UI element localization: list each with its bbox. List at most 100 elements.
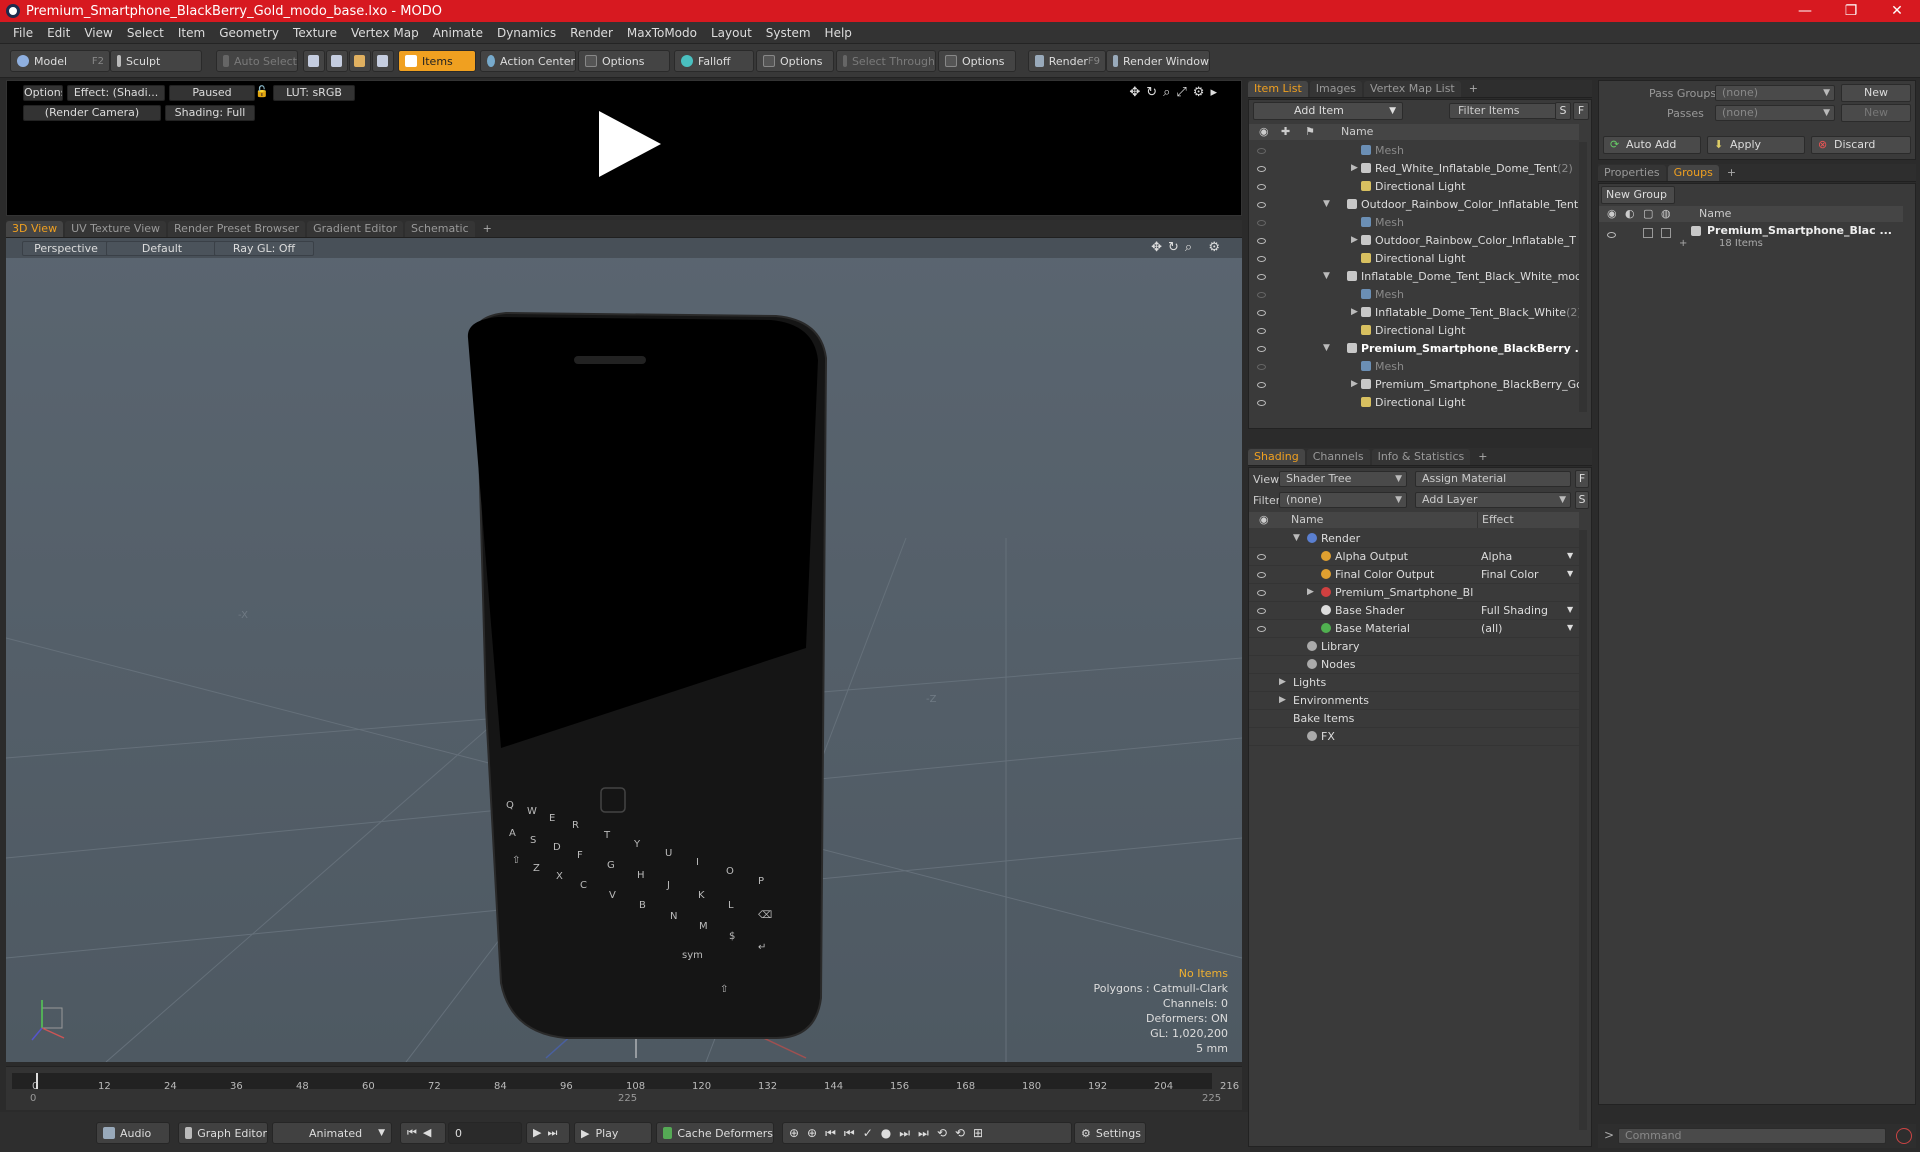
tab-images[interactable]: Images — [1309, 81, 1362, 97]
expand-arrow-icon[interactable]: ▶ — [1351, 163, 1358, 173]
item-list-row[interactable]: Directional Light — [1249, 322, 1579, 340]
shading-dropdown[interactable]: Shading: Full — [165, 105, 255, 121]
expand-plus-icon[interactable]: + — [1679, 238, 1687, 249]
shader-tree-row[interactable]: Alpha Output Alpha ▼ — [1249, 548, 1579, 566]
item-list-row[interactable]: Mesh — [1249, 142, 1579, 160]
expand-arrow-icon[interactable]: ▶ — [1351, 379, 1358, 389]
item-list-row[interactable]: ▶ Premium_Smartphone_BlackBerry_Gol ... — [1249, 376, 1579, 394]
expand-arrow-icon[interactable]: ▶ — [1279, 677, 1286, 687]
tab-channels[interactable]: Channels — [1306, 449, 1370, 465]
preview-nav-icons[interactable]: ✥↻⌕⤢⚙▸ — [1129, 85, 1223, 100]
expand-arrow-icon[interactable]: ▶ — [1351, 307, 1358, 317]
filter-dropdown[interactable]: (none) ▼ — [1279, 492, 1407, 508]
expand-arrow-icon[interactable]: ▶ — [1307, 587, 1314, 597]
camera-dropdown[interactable]: (Render Camera) — [23, 105, 161, 121]
select-polygons-button[interactable] — [349, 50, 371, 72]
item-list-row[interactable]: Mesh — [1249, 358, 1579, 376]
menu-maxtomodo[interactable]: MaxToModo — [620, 26, 704, 40]
collapse-arrow-icon[interactable]: ▼ — [1323, 199, 1330, 209]
visibility-eye-icon[interactable] — [1257, 382, 1266, 388]
tab-vertex-map-list[interactable]: Vertex Map List — [1363, 81, 1461, 97]
visibility-eye-icon[interactable] — [1257, 310, 1266, 316]
new-pass-button[interactable]: New — [1841, 104, 1911, 122]
expand-arrow-icon[interactable]: ▶ — [1279, 695, 1286, 705]
select-materials-button[interactable] — [372, 50, 394, 72]
collapse-arrow-icon[interactable]: ▼ — [1323, 271, 1330, 281]
tab-groups[interactable]: Groups — [1667, 165, 1719, 181]
menu-view[interactable]: View — [77, 26, 119, 40]
collapse-arrow-icon[interactable]: ▼ — [1293, 533, 1300, 543]
graph-editor-button[interactable]: Graph Editor — [178, 1122, 268, 1144]
lock-icon[interactable]: 🔓 — [255, 85, 269, 101]
frame-input[interactable]: 0 — [448, 1122, 522, 1144]
item-list-row[interactable]: ▼ Outdoor_Rainbow_Color_Inflatable_Tent..… — [1249, 196, 1579, 214]
tab-schematic[interactable]: Schematic — [405, 221, 475, 237]
playhead[interactable] — [36, 1073, 38, 1089]
falloff-options-button[interactable]: Options — [756, 50, 834, 72]
passes-dropdown[interactable]: (none) ▼ — [1715, 105, 1835, 121]
animated-dropdown[interactable]: Animated ▼ — [272, 1122, 392, 1144]
shader-tree-scrollbar[interactable] — [1579, 530, 1587, 1130]
viewport-nav-icons[interactable]: ✥↻⌕ ⚙ — [1151, 240, 1226, 255]
action-center-button[interactable]: Action Center — [480, 50, 576, 72]
raygl-dropdown[interactable]: Ray GL: Off — [214, 241, 314, 256]
shader-tree-row[interactable]: ▶ Lights — [1249, 674, 1579, 692]
menu-select[interactable]: Select — [120, 26, 171, 40]
item-list-row[interactable]: Directional Light — [1249, 178, 1579, 196]
model-mode-button[interactable]: Model F2 — [10, 50, 110, 72]
record-icon[interactable] — [1896, 1128, 1912, 1144]
style-dropdown[interactable]: Default — [106, 241, 218, 256]
tab-properties[interactable]: Properties — [1598, 165, 1666, 181]
group-row[interactable]: + Premium_Smartphone_Blac ... 18 Items — [1599, 224, 1903, 260]
visibility-eye-icon[interactable] — [1257, 590, 1266, 596]
visibility-eye-icon[interactable] — [1257, 166, 1266, 172]
add-panel-tab-button[interactable]: + — [1463, 81, 1484, 97]
shader-effect-dropdown[interactable]: Final Color — [1481, 568, 1577, 581]
shader-tree-row[interactable]: Final Color Output Final Color ▼ — [1249, 566, 1579, 584]
preview-options-button[interactable]: Options — [23, 85, 63, 101]
tab-shading[interactable]: Shading — [1248, 449, 1305, 465]
pass-groups-dropdown[interactable]: (none) ▼ — [1715, 85, 1835, 101]
visibility-eye-icon[interactable] — [1607, 232, 1616, 238]
shader-tree-row[interactable]: ▼ Render — [1249, 530, 1579, 548]
visibility-eye-icon[interactable] — [1257, 184, 1266, 190]
play-button[interactable]: ▶ Play — [574, 1122, 652, 1144]
skip-back-buttons[interactable]: ⏮◀ — [400, 1122, 446, 1144]
expand-arrow-icon[interactable]: ▶ — [1351, 235, 1358, 245]
3d-viewport[interactable]: Q W E R T Y U I O P A S D F G H J K L ⌫ ⇧ Z X C V B N M $ ↵ sym ⇧ -X… — [6, 238, 1242, 1062]
menu-layout[interactable]: Layout — [704, 26, 759, 40]
shader-effect-dropdown[interactable]: Alpha — [1481, 550, 1577, 563]
item-list-row[interactable]: Mesh — [1249, 214, 1579, 232]
menu-dynamics[interactable]: Dynamics — [490, 26, 563, 40]
select-vertices-button[interactable] — [303, 50, 325, 72]
shading-f-button[interactable]: F — [1575, 470, 1589, 488]
menu-geometry[interactable]: Geometry — [212, 26, 286, 40]
audio-button[interactable]: Audio — [96, 1122, 170, 1144]
menu-vertex-map[interactable]: Vertex Map — [344, 26, 426, 40]
close-button[interactable]: ✕ — [1874, 0, 1920, 22]
apply-button[interactable]: ⬇ Apply — [1707, 136, 1805, 154]
visibility-eye-icon[interactable] — [1257, 292, 1266, 298]
shader-tree-row[interactable]: Bake Items — [1249, 710, 1579, 728]
select-through-options-button[interactable]: Options — [938, 50, 1016, 72]
item-list-row[interactable]: ▶ Red_White_Inflatable_Dome_Tent(2) — [1249, 160, 1579, 178]
auto-select-button[interactable]: Auto Select — [216, 50, 298, 72]
shader-effect-dropdown[interactable]: (all) — [1481, 622, 1577, 635]
tab-info-statistics[interactable]: Info & Statistics — [1371, 449, 1471, 465]
collapse-arrow-icon[interactable]: ▼ — [1323, 343, 1330, 353]
lock-checkbox[interactable] — [1643, 228, 1653, 238]
visibility-eye-icon[interactable] — [1257, 626, 1266, 632]
key-tools[interactable]: ⊕⊕⏮⏮✓●⏭⏭⟲⟲⊞ — [782, 1122, 1072, 1144]
discard-button[interactable]: ⊗ Discard — [1811, 136, 1911, 154]
skip-forward-buttons[interactable]: ▶⏭ — [526, 1122, 570, 1144]
render-button[interactable]: Render F9 — [1028, 50, 1106, 72]
sculpt-mode-button[interactable]: Sculpt — [110, 50, 202, 72]
visibility-eye-icon[interactable] — [1257, 608, 1266, 614]
shader-tree-row[interactable]: FX — [1249, 728, 1579, 746]
timeline[interactable]: 0 12 24 36 48 60 72 84 96 108 120 132 144 156 168 180 19… — [6, 1066, 1242, 1110]
render-preview[interactable]: Options Effect: (Shadi... Paused 🔓 LUT: … — [6, 80, 1242, 216]
shader-tree-row[interactable]: Base Material (all) ▼ — [1249, 620, 1579, 638]
menu-animate[interactable]: Animate — [426, 26, 490, 40]
shader-effect-dropdown[interactable]: Full Shading — [1481, 604, 1577, 617]
menu-edit[interactable]: Edit — [40, 26, 77, 40]
